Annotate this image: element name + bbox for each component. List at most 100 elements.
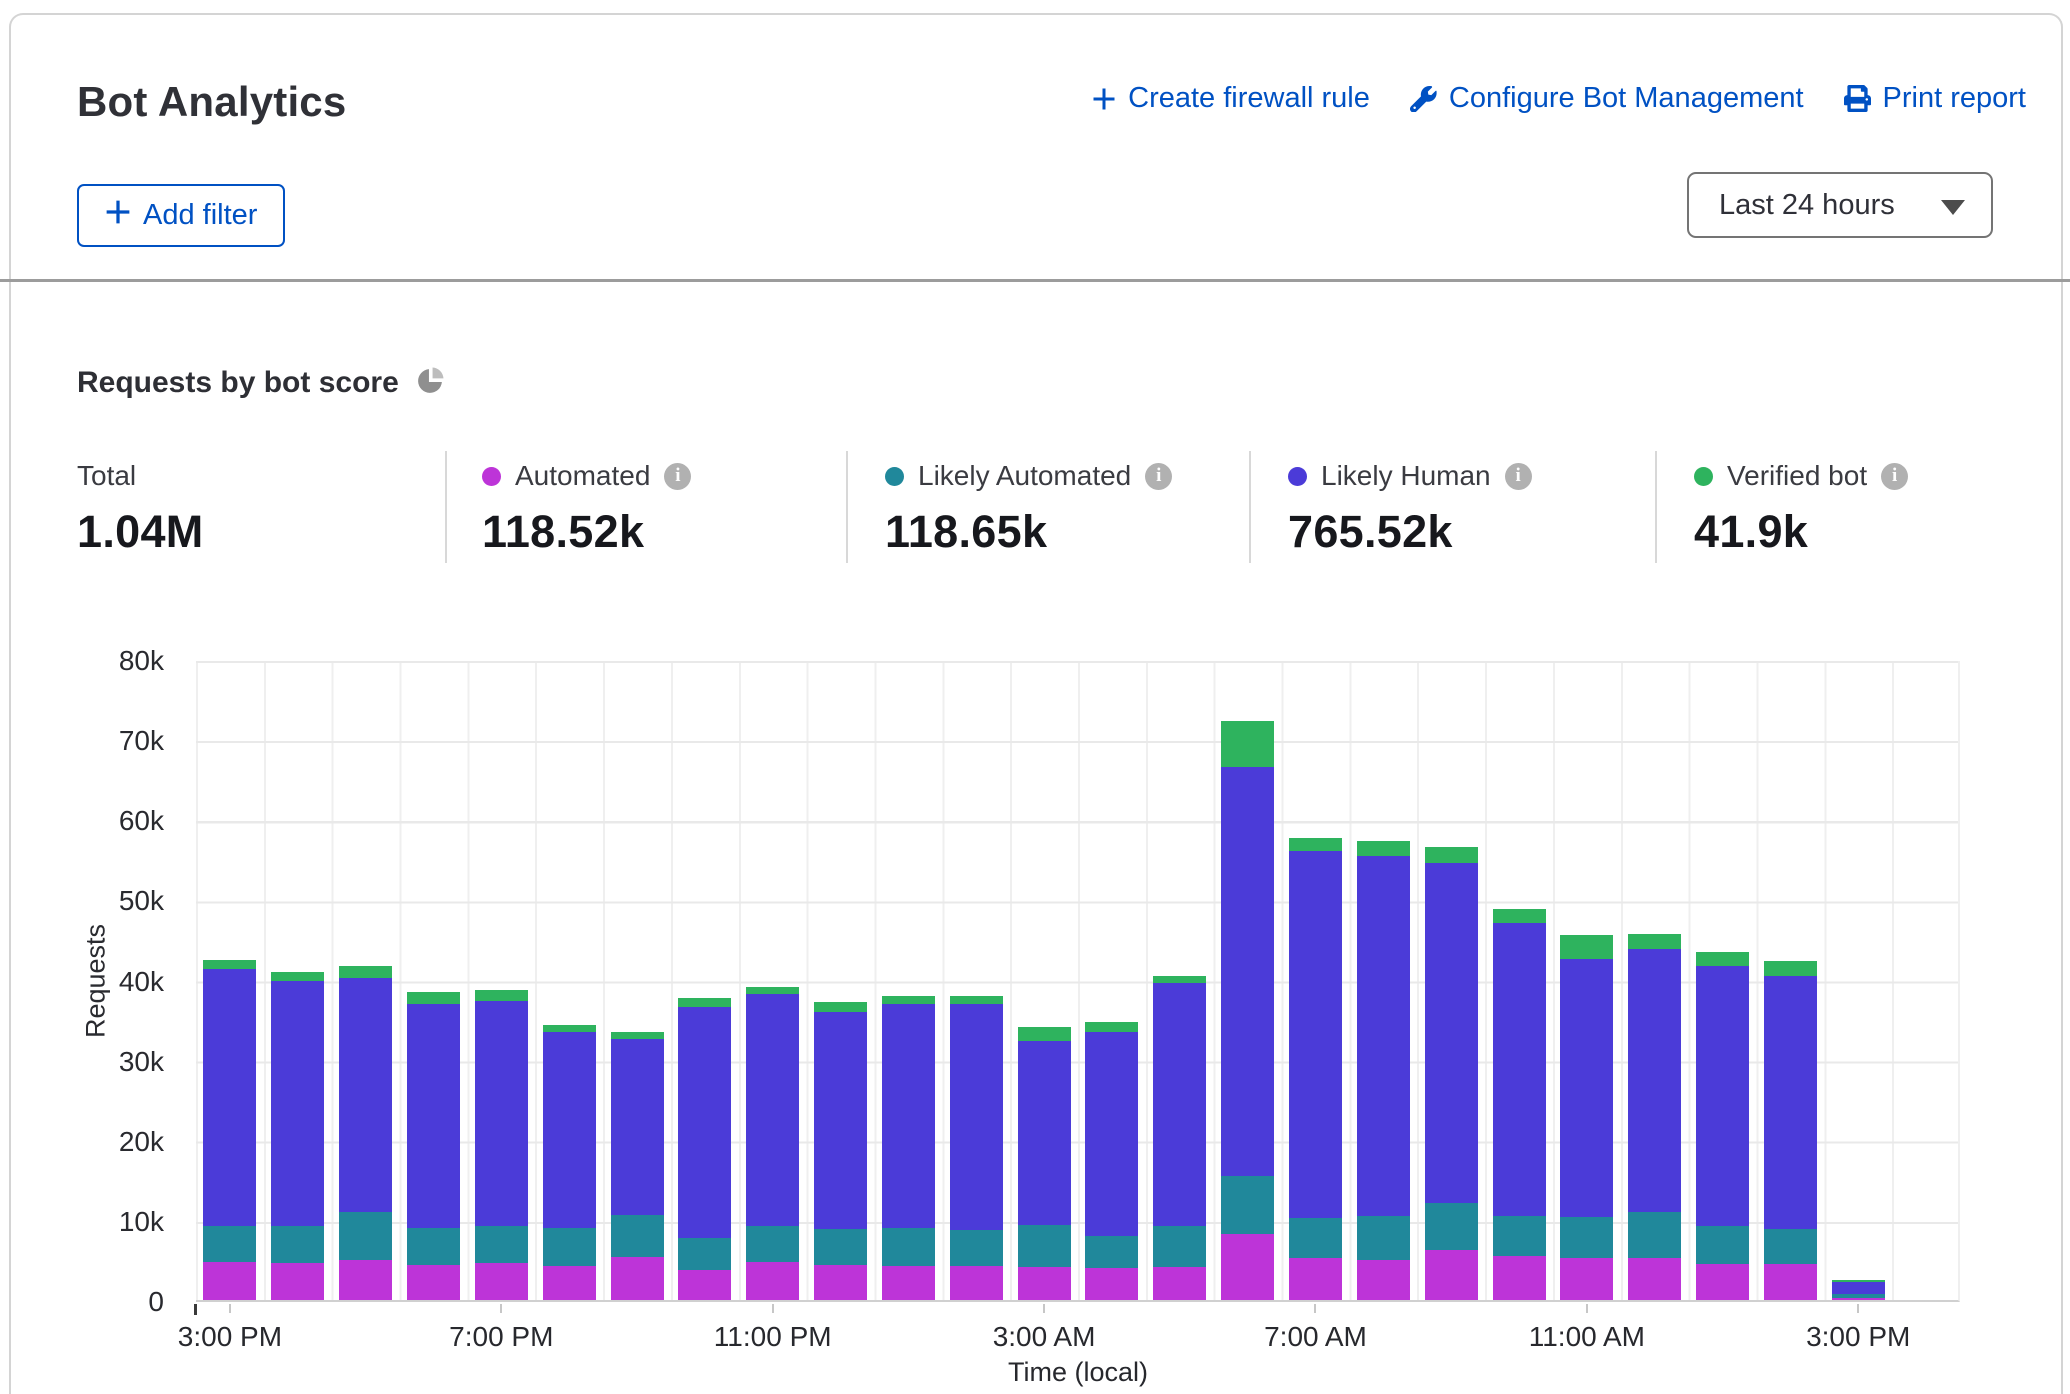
- section-title: Requests by bot score: [77, 366, 399, 400]
- stacked-bar-hour-23[interactable]: [1764, 961, 1817, 1300]
- legend-dot: [885, 467, 904, 486]
- stacked-bar-hour-1[interactable]: [271, 972, 324, 1300]
- stat-label: Verified bot: [1727, 460, 1867, 492]
- requests-by-bot-score-chart[interactable]: [196, 661, 1960, 1302]
- print-report-link[interactable]: Print report: [1844, 82, 2026, 115]
- configure-bot-management-link[interactable]: Configure Bot Management: [1410, 82, 1804, 115]
- stacked-bar-hour-21[interactable]: [1628, 934, 1681, 1300]
- stacked-bar-hour-9[interactable]: [814, 1002, 867, 1300]
- stat-value: 118.52k: [482, 506, 691, 558]
- stacked-bar-hour-0[interactable]: [203, 960, 256, 1301]
- bar-segment-likely-automated: [1764, 1229, 1817, 1264]
- bar-segment-verified-bot: [1153, 976, 1206, 983]
- bar-segment-verified-bot: [271, 972, 324, 982]
- stacked-bar-hour-2[interactable]: [339, 966, 392, 1300]
- stat-label: Total: [77, 460, 136, 492]
- stacked-bar-hour-5[interactable]: [543, 1025, 596, 1300]
- bar-segment-likely-human: [339, 978, 392, 1212]
- stacked-bar-hour-16[interactable]: [1289, 838, 1342, 1300]
- stat-label: Likely Automated: [918, 460, 1131, 492]
- stacked-bar-hour-17[interactable]: [1357, 841, 1410, 1300]
- info-icon[interactable]: i: [664, 463, 691, 490]
- x-tick-label: 11:00 PM: [714, 1321, 832, 1353]
- stacked-bar-hour-14[interactable]: [1153, 976, 1206, 1300]
- create-firewall-rule-link[interactable]: Create firewall rule: [1092, 82, 1370, 115]
- bar-segment-likely-human: [1289, 851, 1342, 1219]
- x-tick-label: 7:00 AM: [1264, 1321, 1367, 1353]
- stat-value: 1.04M: [77, 506, 204, 558]
- stat-label-row: Total: [77, 460, 204, 492]
- bar-segment-likely-human: [271, 981, 324, 1225]
- header-actions: Create firewall rule Configure Bot Manag…: [1092, 82, 2026, 115]
- info-icon[interactable]: i: [1145, 463, 1172, 490]
- stacked-bar-hour-24[interactable]: [1832, 1280, 1885, 1300]
- bar-segment-likely-human: [1357, 856, 1410, 1216]
- page-title: Bot Analytics: [77, 78, 346, 126]
- y-tick-label: 80k: [60, 647, 164, 675]
- bar-segment-likely-automated: [950, 1230, 1003, 1267]
- legend-dot: [1288, 467, 1307, 486]
- stacked-bar-hour-8[interactable]: [746, 987, 799, 1300]
- bar-segment-likely-human: [1221, 767, 1274, 1176]
- stat-label-row: Verified bot i: [1694, 460, 1908, 492]
- bar-segment-likely-human: [1832, 1282, 1885, 1295]
- bar-segment-automated: [814, 1265, 867, 1300]
- stat-likely-human: Likely Humani765.52k: [1288, 460, 1532, 558]
- x-tick-label: 11:00 AM: [1529, 1321, 1645, 1353]
- stacked-bar-hour-7[interactable]: [678, 998, 731, 1300]
- bar-segment-likely-automated: [407, 1228, 460, 1265]
- bar-segment-likely-human: [611, 1039, 664, 1215]
- stat-value: 765.52k: [1288, 506, 1532, 558]
- x-tick-label: 3:00 PM: [178, 1321, 282, 1353]
- header-divider: [0, 279, 2070, 282]
- bar-segment-likely-automated: [678, 1238, 731, 1271]
- bar-segment-verified-bot: [407, 992, 460, 1004]
- chevron-down-icon: [1941, 200, 1965, 215]
- bar-segment-verified-bot: [1085, 1022, 1138, 1032]
- bar-segment-automated: [407, 1265, 460, 1300]
- y-tick-label: 70k: [60, 727, 164, 755]
- stacked-bar-hour-18[interactable]: [1425, 847, 1478, 1300]
- x-axis-title: Time (local): [1008, 1357, 1148, 1388]
- stacked-bar-hour-15[interactable]: [1221, 721, 1274, 1300]
- stacked-bar-hour-12[interactable]: [1018, 1027, 1071, 1300]
- stacked-bar-hour-3[interactable]: [407, 992, 460, 1300]
- bar-segment-likely-automated: [339, 1212, 392, 1260]
- stacked-bar-hour-22[interactable]: [1696, 952, 1749, 1300]
- stacked-bar-hour-11[interactable]: [950, 996, 1003, 1300]
- bar-segment-likely-human: [1628, 949, 1681, 1212]
- bar-segment-likely-human: [746, 994, 799, 1226]
- stacked-bar-hour-19[interactable]: [1493, 909, 1546, 1300]
- stat-column-divider: [1249, 451, 1251, 563]
- x-tick-label: 3:00 PM: [1806, 1321, 1910, 1353]
- plus-icon: [1092, 87, 1116, 111]
- time-range-value: Last 24 hours: [1719, 189, 1895, 222]
- bar-segment-likely-automated: [1628, 1212, 1681, 1258]
- info-icon[interactable]: i: [1505, 463, 1532, 490]
- bar-segment-verified-bot: [1018, 1027, 1071, 1041]
- bar-segment-automated: [1153, 1267, 1206, 1300]
- bar-segment-verified-bot: [1221, 721, 1274, 767]
- stacked-bar-hour-10[interactable]: [882, 996, 935, 1300]
- bar-segment-likely-automated: [271, 1226, 324, 1264]
- bar-segment-verified-bot: [1696, 952, 1749, 966]
- legend-dot: [482, 467, 501, 486]
- x-tick-mark: [1314, 1304, 1316, 1313]
- bar-segment-automated: [271, 1263, 324, 1300]
- stacked-bar-hour-6[interactable]: [611, 1032, 664, 1300]
- bar-segment-verified-bot: [1560, 935, 1613, 959]
- bar-segment-likely-human: [1560, 959, 1613, 1217]
- x-tick-mark: [500, 1304, 502, 1313]
- bar-segment-automated: [1018, 1267, 1071, 1300]
- bar-segment-likely-automated: [1696, 1226, 1749, 1264]
- y-tick-label: 50k: [60, 887, 164, 915]
- bar-segment-automated: [882, 1266, 935, 1300]
- stacked-bar-hour-4[interactable]: [475, 990, 528, 1300]
- add-filter-button[interactable]: Add filter: [77, 184, 285, 247]
- stacked-bar-hour-13[interactable]: [1085, 1022, 1138, 1300]
- y-tick-label: 30k: [60, 1048, 164, 1076]
- bar-segment-verified-bot: [814, 1002, 867, 1012]
- info-icon[interactable]: i: [1881, 463, 1908, 490]
- time-range-dropdown[interactable]: Last 24 hours: [1687, 172, 1993, 238]
- stacked-bar-hour-20[interactable]: [1560, 935, 1613, 1300]
